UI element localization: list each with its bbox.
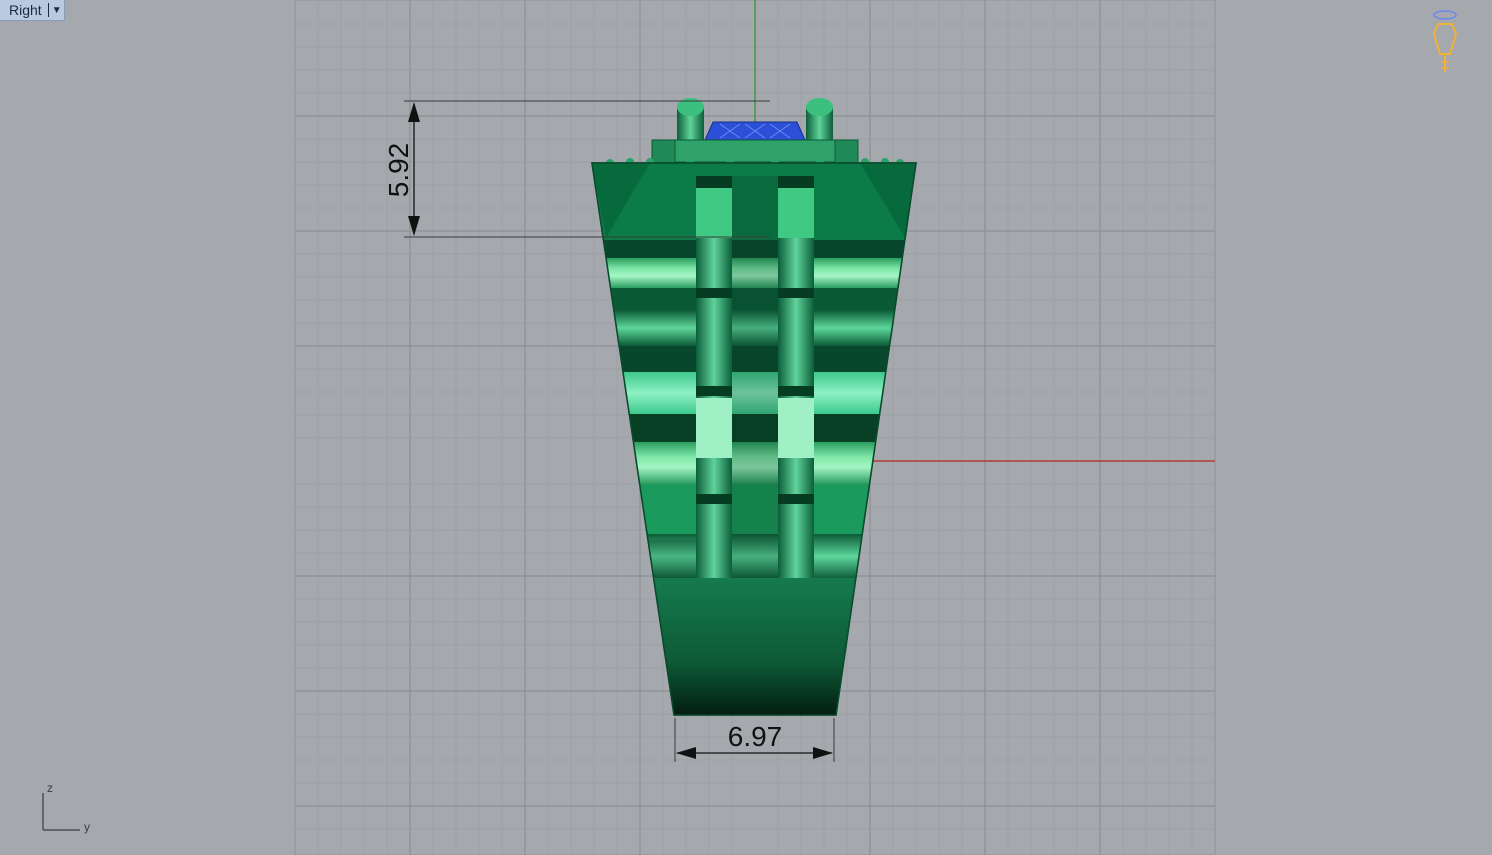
horizontal-dimension-text[interactable]: 6.97 [728, 721, 783, 752]
axis-widget [42, 793, 80, 831]
viewport-title-label[interactable]: Right [0, 0, 48, 20]
axis-label-y: y [84, 820, 90, 834]
vertical-dimension-text[interactable]: 5.92 [383, 143, 414, 198]
right-viewport[interactable]: 5.92 6.97 Right ▼ z y [0, 0, 1492, 855]
viewport-title-tab[interactable]: Right ▼ [0, 0, 65, 21]
axis-label-z: z [47, 781, 53, 795]
horizontal-dimension[interactable]: 6.97 [674, 718, 835, 762]
vertical-strap-right[interactable] [778, 176, 814, 581]
triangle-down-icon[interactable]: ▼ [47, 3, 64, 17]
viewport-canvas[interactable]: 5.92 6.97 [0, 0, 1492, 855]
light-bulb-icon[interactable] [1432, 10, 1458, 72]
